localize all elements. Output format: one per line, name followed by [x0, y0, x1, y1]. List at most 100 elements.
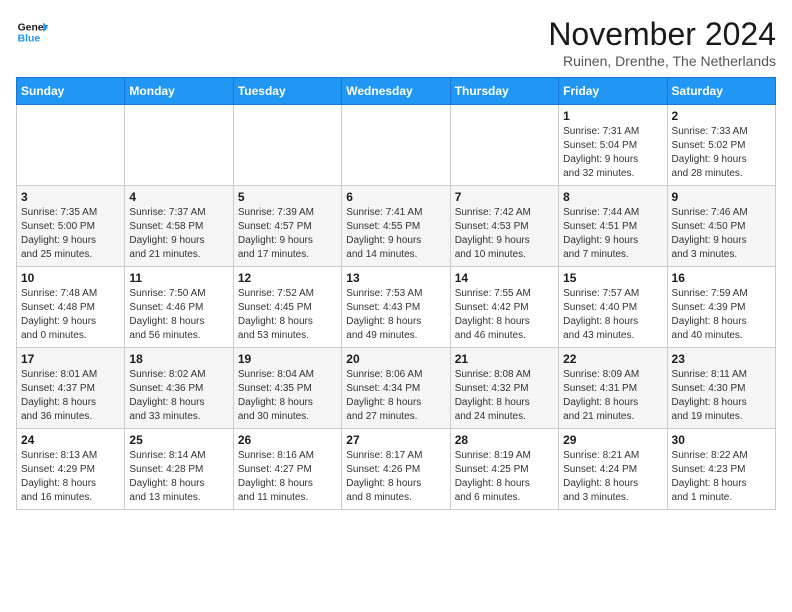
day-info: Sunrise: 8:06 AMSunset: 4:34 PMDaylight:…	[346, 368, 445, 424]
day-info: Sunrise: 8:19 AMSunset: 4:25 PMDaylight:…	[455, 449, 554, 505]
day-number: 18	[129, 352, 228, 366]
day-number: 17	[21, 352, 120, 366]
calendar-cell: 29 Sunrise: 8:21 AMSunset: 4:24 PMDayligh…	[559, 429, 667, 510]
title-block: November 2024 Ruinen, Drenthe, The Nethe…	[548, 16, 776, 69]
weekday-header-saturday: Saturday	[667, 78, 775, 105]
day-info: Sunrise: 7:59 AMSunset: 4:39 PMDaylight:…	[672, 287, 771, 343]
calendar-header: SundayMondayTuesdayWednesdayThursdayFrid…	[17, 78, 776, 105]
weekday-header-monday: Monday	[125, 78, 233, 105]
day-info: Sunrise: 8:08 AMSunset: 4:32 PMDaylight:…	[455, 368, 554, 424]
calendar-cell: 11Sunrise: 7:50 AMSunset: 4:46 PMDayligh…	[125, 267, 233, 348]
calendar-cell: 16 Sunrise: 7:59 AMSunset: 4:39 PMDayligh…	[667, 267, 775, 348]
day-info: Sunrise: 7:48 AMSunset: 4:48 PMDaylight:…	[21, 287, 120, 343]
day-info: Sunrise: 8:17 AMSunset: 4:26 PMDaylight:…	[346, 449, 445, 505]
calendar-cell: 9 Sunrise: 7:46 AMSunset: 4:50 PMDaylight…	[667, 186, 775, 267]
day-number: 4	[129, 190, 228, 204]
day-number: 23	[672, 352, 771, 366]
day-number: 26	[238, 433, 337, 447]
day-info: Sunrise: 7:55 AMSunset: 4:42 PMDaylight:…	[455, 287, 554, 343]
calendar-cell	[125, 105, 233, 186]
calendar-week-3: 17 Sunrise: 8:01 AMSunset: 4:37 PMDayligh…	[17, 348, 776, 429]
calendar-cell: 25Sunrise: 8:14 AMSunset: 4:28 PMDayligh…	[125, 429, 233, 510]
day-number: 21	[455, 352, 554, 366]
day-info: Sunrise: 7:46 AMSunset: 4:50 PMDaylight:…	[672, 206, 771, 262]
weekday-header-wednesday: Wednesday	[342, 78, 450, 105]
calendar-week-4: 24 Sunrise: 8:13 AMSunset: 4:29 PMDayligh…	[17, 429, 776, 510]
day-info: Sunrise: 8:13 AMSunset: 4:29 PMDaylight:…	[21, 449, 120, 505]
calendar-cell: 7 Sunrise: 7:42 AMSunset: 4:53 PMDaylight…	[450, 186, 558, 267]
day-info: Sunrise: 7:44 AMSunset: 4:51 PMDaylight:…	[563, 206, 662, 262]
svg-text:Blue: Blue	[18, 34, 41, 45]
day-number: 20	[346, 352, 445, 366]
weekday-header-tuesday: Tuesday	[233, 78, 341, 105]
day-number: 24	[21, 433, 120, 447]
day-info: Sunrise: 7:42 AMSunset: 4:53 PMDaylight:…	[455, 206, 554, 262]
day-info: Sunrise: 7:41 AMSunset: 4:55 PMDaylight:…	[346, 206, 445, 262]
calendar-cell: 13 Sunrise: 7:53 AMSunset: 4:43 PMDayligh…	[342, 267, 450, 348]
day-number: 22	[563, 352, 662, 366]
day-info: Sunrise: 8:22 AMSunset: 4:23 PMDaylight:…	[672, 449, 771, 505]
day-number: 28	[455, 433, 554, 447]
day-info: Sunrise: 8:21 AMSunset: 4:24 PMDaylight:…	[563, 449, 662, 505]
day-number: 3	[21, 190, 120, 204]
calendar-cell: 22 Sunrise: 8:09 AMSunset: 4:31 PMDayligh…	[559, 348, 667, 429]
day-number: 10	[21, 271, 120, 285]
day-info: Sunrise: 7:53 AMSunset: 4:43 PMDaylight:…	[346, 287, 445, 343]
calendar-table: SundayMondayTuesdayWednesdayThursdayFrid…	[16, 77, 776, 510]
day-info: Sunrise: 8:04 AMSunset: 4:35 PMDaylight:…	[238, 368, 337, 424]
day-info: Sunrise: 8:01 AMSunset: 4:37 PMDaylight:…	[21, 368, 120, 424]
logo-icon: General Blue	[16, 16, 48, 48]
day-number: 7	[455, 190, 554, 204]
day-info: Sunrise: 7:33 AMSunset: 5:02 PMDaylight:…	[672, 125, 771, 181]
calendar-cell: 28 Sunrise: 8:19 AMSunset: 4:25 PMDayligh…	[450, 429, 558, 510]
calendar-cell: 14Sunrise: 7:55 AMSunset: 4:42 PMDayligh…	[450, 267, 558, 348]
calendar-cell	[342, 105, 450, 186]
calendar-cell	[450, 105, 558, 186]
calendar-cell: 19 Sunrise: 8:04 AMSunset: 4:35 PMDayligh…	[233, 348, 341, 429]
weekday-header-thursday: Thursday	[450, 78, 558, 105]
day-number: 29	[563, 433, 662, 447]
day-info: Sunrise: 7:37 AMSunset: 4:58 PMDaylight:…	[129, 206, 228, 262]
day-number: 27	[346, 433, 445, 447]
calendar-cell: 20 Sunrise: 8:06 AMSunset: 4:34 PMDayligh…	[342, 348, 450, 429]
day-info: Sunrise: 8:14 AMSunset: 4:28 PMDaylight:…	[129, 449, 228, 505]
day-info: Sunrise: 7:31 AMSunset: 5:04 PMDaylight:…	[563, 125, 662, 181]
day-info: Sunrise: 7:52 AMSunset: 4:45 PMDaylight:…	[238, 287, 337, 343]
calendar-cell: 24 Sunrise: 8:13 AMSunset: 4:29 PMDayligh…	[17, 429, 125, 510]
calendar-cell: 15 Sunrise: 7:57 AMSunset: 4:40 PMDayligh…	[559, 267, 667, 348]
day-info: Sunrise: 7:39 AMSunset: 4:57 PMDaylight:…	[238, 206, 337, 262]
calendar-cell: 6 Sunrise: 7:41 AMSunset: 4:55 PMDaylight…	[342, 186, 450, 267]
day-info: Sunrise: 8:02 AMSunset: 4:36 PMDaylight:…	[129, 368, 228, 424]
calendar-cell: 17 Sunrise: 8:01 AMSunset: 4:37 PMDayligh…	[17, 348, 125, 429]
calendar-week-0: 1 Sunrise: 7:31 AMSunset: 5:04 PMDaylight…	[17, 105, 776, 186]
day-number: 13	[346, 271, 445, 285]
calendar-cell: 3Sunrise: 7:35 AMSunset: 5:00 PMDaylight…	[17, 186, 125, 267]
calendar-cell: 27 Sunrise: 8:17 AMSunset: 4:26 PMDayligh…	[342, 429, 450, 510]
day-number: 19	[238, 352, 337, 366]
day-info: Sunrise: 7:57 AMSunset: 4:40 PMDaylight:…	[563, 287, 662, 343]
calendar-cell: 18 Sunrise: 8:02 AMSunset: 4:36 PMDayligh…	[125, 348, 233, 429]
day-info: Sunrise: 8:09 AMSunset: 4:31 PMDaylight:…	[563, 368, 662, 424]
day-number: 1	[563, 109, 662, 123]
day-number: 15	[563, 271, 662, 285]
logo: General Blue	[16, 16, 48, 48]
weekday-row: SundayMondayTuesdayWednesdayThursdayFrid…	[17, 78, 776, 105]
calendar-cell: 12 Sunrise: 7:52 AMSunset: 4:45 PMDayligh…	[233, 267, 341, 348]
calendar-cell: 2Sunrise: 7:33 AMSunset: 5:02 PMDaylight…	[667, 105, 775, 186]
day-number: 16	[672, 271, 771, 285]
calendar-cell: 26Sunrise: 8:16 AMSunset: 4:27 PMDayligh…	[233, 429, 341, 510]
calendar-cell: 5Sunrise: 7:39 AMSunset: 4:57 PMDaylight…	[233, 186, 341, 267]
day-number: 9	[672, 190, 771, 204]
day-number: 12	[238, 271, 337, 285]
calendar-cell: 10 Sunrise: 7:48 AMSunset: 4:48 PMDayligh…	[17, 267, 125, 348]
day-number: 30	[672, 433, 771, 447]
calendar-cell: 8Sunrise: 7:44 AMSunset: 4:51 PMDaylight…	[559, 186, 667, 267]
calendar-week-2: 10 Sunrise: 7:48 AMSunset: 4:48 PMDayligh…	[17, 267, 776, 348]
calendar-cell: 4 Sunrise: 7:37 AMSunset: 4:58 PMDaylight…	[125, 186, 233, 267]
month-title: November 2024	[548, 16, 776, 53]
calendar-cell	[17, 105, 125, 186]
calendar-body: 1 Sunrise: 7:31 AMSunset: 5:04 PMDaylight…	[17, 105, 776, 510]
weekday-header-sunday: Sunday	[17, 78, 125, 105]
calendar-cell	[233, 105, 341, 186]
day-number: 6	[346, 190, 445, 204]
